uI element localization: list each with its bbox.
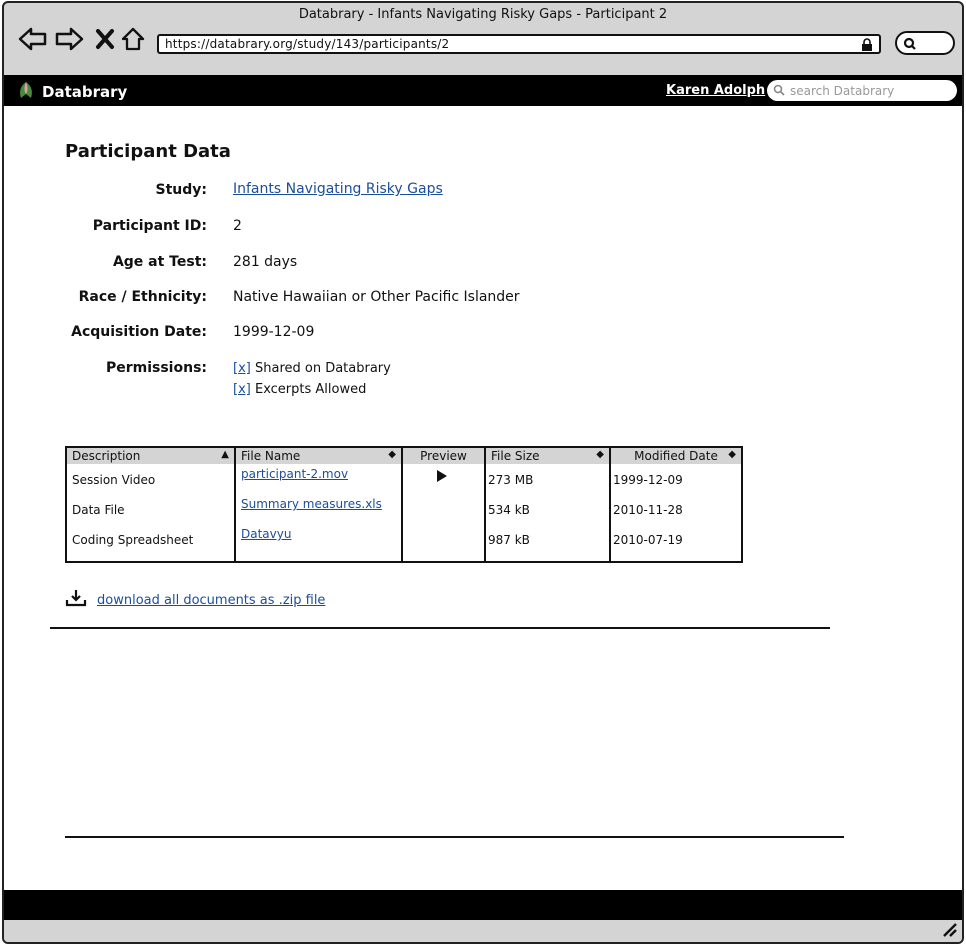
description-column: Description ▲ Session Video Data File Co… (67, 448, 236, 561)
status-bar (4, 920, 962, 942)
address-bar[interactable]: https://databrary.org/study/143/particip… (157, 34, 881, 54)
acquisition-date-label: Acquisition Date: (71, 324, 207, 340)
back-arrow-icon[interactable] (18, 25, 48, 53)
description-header-label: Description (72, 449, 141, 463)
browser-window: Databrary - Infants Navigating Risky Gap… (2, 1, 964, 944)
modified-date-cell: 2010-07-19 (613, 533, 683, 547)
brand-logo[interactable]: Databrary (16, 80, 127, 104)
file-link[interactable]: Datavyu (241, 527, 291, 541)
user-profile-link[interactable]: Karen Adolph (666, 83, 765, 98)
file-name-header[interactable]: File Name ◆ (236, 448, 401, 464)
brand-name: Databrary (42, 83, 128, 101)
acquisition-date-value: 1999-12-09 (233, 324, 315, 340)
description-cell: Coding Spreadsheet (72, 533, 194, 547)
files-table: Description ▲ Session Video Data File Co… (65, 446, 743, 563)
description-header[interactable]: Description ▲ (67, 448, 234, 464)
file-size-header-label: File Size (491, 449, 540, 463)
permissions-label: Permissions: (105, 360, 207, 376)
study-link[interactable]: Infants Navigating Risky Gaps (233, 181, 443, 197)
page-title: Participant Data (65, 141, 231, 162)
file-link[interactable]: participant-2.mov (241, 467, 348, 481)
modified-date-cell: 1999-12-09 (613, 473, 683, 487)
file-size-header[interactable]: File Size ◆ (486, 448, 609, 464)
app-search-box[interactable] (767, 80, 957, 101)
age-value: 281 days (233, 254, 298, 270)
forward-arrow-icon[interactable] (54, 25, 84, 53)
permission-excerpts: [x] Excerpts Allowed (233, 382, 366, 397)
modified-date-header[interactable]: Modified Date ◆ (611, 448, 741, 464)
excerpts-checkbox[interactable]: [x] (233, 382, 251, 397)
participant-id-label: Participant ID: (92, 218, 207, 234)
file-size-cell: 273 MB (488, 473, 534, 487)
participant-id-value: 2 (233, 218, 242, 234)
sort-both-icon: ◆ (596, 449, 604, 460)
age-label: Age at Test: (112, 254, 207, 270)
preview-header: Preview (403, 448, 484, 464)
download-all-link[interactable]: download all documents as .zip file (65, 589, 325, 611)
shared-checkbox[interactable]: [x] (233, 361, 251, 376)
leaf-logo-icon (16, 80, 36, 104)
lock-icon (861, 38, 873, 55)
study-label: Study: (155, 182, 208, 198)
description-cell: Data File (72, 503, 125, 517)
modified-date-header-label: Modified Date (634, 449, 718, 463)
race-label: Race / Ethnicity: (78, 289, 207, 305)
close-icon[interactable] (90, 25, 120, 53)
home-icon[interactable] (118, 25, 148, 53)
search-input[interactable] (790, 83, 950, 98)
shared-label: Shared on Databrary (254, 361, 391, 376)
description-cell: Session Video (72, 473, 156, 487)
preview-column: Preview (403, 448, 486, 561)
file-size-cell: 987 kB (488, 533, 530, 547)
search-icon (773, 81, 785, 100)
app-header: Databrary Karen Adolph (4, 75, 962, 106)
main-content: Participant Data Study: Infants Navigati… (4, 106, 962, 890)
file-size-cell: 534 kB (488, 503, 530, 517)
file-name-header-label: File Name (241, 449, 301, 463)
divider (50, 627, 830, 629)
file-name-column: File Name ◆ participant-2.mov Summary me… (236, 448, 403, 561)
download-icon (65, 589, 87, 611)
resize-grip-icon[interactable] (942, 922, 958, 942)
race-value: Native Hawaiian or Other Pacific Islande… (233, 289, 520, 305)
sort-both-icon: ◆ (388, 449, 396, 460)
file-size-column: File Size ◆ 273 MB 534 kB 987 kB (486, 448, 611, 561)
sort-ascending-icon: ▲ (221, 449, 229, 460)
permission-shared: [x] Shared on Databrary (233, 361, 391, 376)
divider (65, 836, 844, 838)
sort-both-icon: ◆ (728, 449, 736, 460)
window-title: Databrary - Infants Navigating Risky Gap… (298, 7, 668, 22)
page-footer (4, 890, 962, 920)
browser-search-field[interactable] (895, 31, 955, 55)
modified-date-column: Modified Date ◆ 1999-12-09 2010-11-28 20… (611, 448, 741, 561)
modified-date-cell: 2010-11-28 (613, 503, 683, 517)
url-text: https://databrary.org/study/143/particip… (165, 37, 450, 51)
play-icon[interactable] (436, 468, 448, 487)
file-link[interactable]: Summary measures.xls (241, 497, 382, 511)
download-all-label[interactable]: download all documents as .zip file (97, 593, 325, 608)
preview-header-label: Preview (420, 449, 467, 463)
excerpts-label: Excerpts Allowed (254, 382, 367, 397)
